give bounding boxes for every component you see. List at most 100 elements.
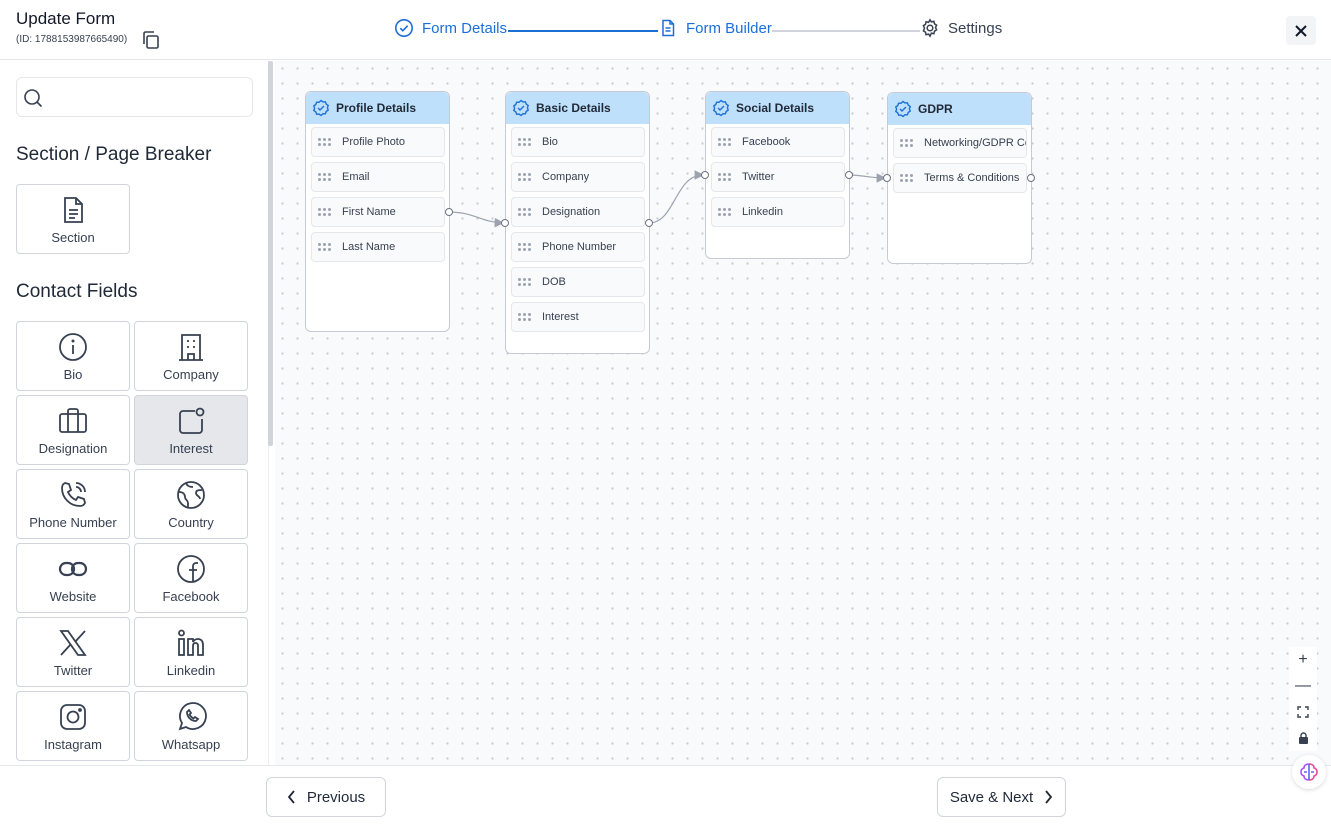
tile-instagram[interactable]: Instagram: [16, 691, 130, 761]
node-field[interactable]: Terms & Conditions: [893, 163, 1027, 193]
close-button[interactable]: [1286, 16, 1316, 45]
step-connector: [508, 30, 658, 32]
drag-handle-icon[interactable]: [718, 138, 732, 146]
field-label: DOB: [542, 276, 566, 288]
tile-facebook[interactable]: Facebook: [134, 543, 248, 613]
drag-handle-icon[interactable]: [718, 208, 732, 216]
drag-handle-icon[interactable]: [518, 173, 532, 181]
building-icon: [179, 333, 203, 361]
node-field[interactable]: Company: [511, 162, 645, 192]
node-title: Basic Details: [536, 101, 611, 115]
tile-interest[interactable]: Interest: [134, 395, 248, 465]
field-label: Phone Number: [542, 241, 616, 253]
ai-assistant-button[interactable]: [1292, 755, 1326, 789]
tile-bio[interactable]: Bio: [16, 321, 130, 391]
node-field[interactable]: Facebook: [711, 127, 845, 157]
drag-handle-icon[interactable]: [900, 139, 914, 147]
tile-whatsapp[interactable]: Whatsapp: [134, 691, 248, 761]
node-field[interactable]: Networking/GDPR Consent: [893, 128, 1027, 158]
node-field[interactable]: DOB: [511, 267, 645, 297]
zoom-out-button[interactable]: —: [1289, 673, 1317, 699]
drag-handle-icon[interactable]: [318, 243, 332, 251]
tile-label: Whatsapp: [161, 736, 221, 752]
node-field[interactable]: Linkedin: [711, 197, 845, 227]
lock-button[interactable]: [1289, 725, 1317, 751]
drag-handle-icon[interactable]: [518, 313, 532, 321]
tile-label: Phone Number: [29, 514, 117, 530]
node-field[interactable]: Phone Number: [511, 232, 645, 262]
target-handle[interactable]: [883, 174, 891, 182]
step-form-builder[interactable]: Form Builder: [658, 18, 772, 38]
search-box[interactable]: [16, 77, 253, 117]
drag-handle-icon[interactable]: [718, 173, 732, 181]
briefcase-icon: [59, 407, 87, 433]
zoom-in-button[interactable]: +: [1289, 647, 1317, 673]
drag-handle-icon[interactable]: [518, 278, 532, 286]
node-header[interactable]: Basic Details: [506, 92, 649, 124]
tile-section[interactable]: Section: [16, 184, 130, 254]
chevron-left-icon: [287, 790, 295, 804]
step-form-details[interactable]: Form Details: [394, 18, 507, 38]
node-social-details[interactable]: Social Details Facebook Twitter Linkedin: [701, 91, 853, 259]
node-header[interactable]: GDPR: [888, 93, 1031, 125]
node-field[interactable]: First Name: [311, 197, 445, 227]
tile-twitter[interactable]: Twitter: [16, 617, 130, 687]
drag-handle-icon[interactable]: [318, 138, 332, 146]
save-next-button[interactable]: Save & Next: [937, 777, 1066, 817]
sidebar-scrollbar[interactable]: [268, 61, 273, 446]
header: Update Form (ID: 1788153987665490) Form …: [0, 0, 1331, 60]
node-field[interactable]: Email: [311, 162, 445, 192]
zoom-controls: + —: [1289, 647, 1317, 751]
phone-icon: [61, 481, 86, 507]
node-header[interactable]: Profile Details: [306, 92, 449, 124]
source-handle[interactable]: [845, 171, 853, 179]
tile-company[interactable]: Company: [134, 321, 248, 391]
source-handle[interactable]: [1027, 174, 1035, 182]
field-label: Profile Photo: [342, 136, 405, 148]
step-label: Form Details: [422, 19, 508, 37]
drag-handle-icon[interactable]: [518, 208, 532, 216]
tile-linkedin[interactable]: Linkedin: [134, 617, 248, 687]
whatsapp-icon: [178, 701, 207, 730]
search-icon: [24, 89, 43, 108]
step-settings[interactable]: Settings: [920, 18, 1002, 38]
interest-icon: [179, 407, 205, 434]
fit-view-button[interactable]: [1289, 699, 1317, 725]
node-title: Profile Details: [336, 101, 417, 115]
tile-phone-number[interactable]: Phone Number: [16, 469, 130, 539]
builder-canvas[interactable]: Profile Details Profile Photo Email Firs…: [275, 61, 1331, 765]
drag-handle-icon[interactable]: [318, 208, 332, 216]
step-connector: [772, 30, 920, 32]
tile-country[interactable]: Country: [134, 469, 248, 539]
node-field[interactable]: Twitter: [711, 162, 845, 192]
previous-label: Previous: [306, 788, 366, 806]
search-input[interactable]: [49, 86, 244, 108]
tile-label: Country: [168, 514, 214, 530]
target-handle[interactable]: [501, 219, 509, 227]
node-header[interactable]: Social Details: [706, 92, 849, 124]
node-field[interactable]: Last Name: [311, 232, 445, 262]
target-handle[interactable]: [701, 171, 709, 179]
drag-handle-icon[interactable]: [518, 243, 532, 251]
node-field[interactable]: Designation: [511, 197, 645, 227]
tile-website[interactable]: Website: [16, 543, 130, 613]
tile-designation[interactable]: Designation: [16, 395, 130, 465]
node-profile-details[interactable]: Profile Details Profile Photo Email Firs…: [305, 91, 453, 332]
edge: [847, 173, 887, 183]
previous-button[interactable]: Previous: [266, 777, 386, 817]
edge: [447, 211, 505, 228]
drag-handle-icon[interactable]: [318, 173, 332, 181]
section-heading: Section / Page Breaker: [16, 144, 212, 165]
node-field[interactable]: Profile Photo: [311, 127, 445, 157]
source-handle[interactable]: [445, 208, 453, 216]
save-next-label: Save & Next: [949, 788, 1034, 806]
node-field[interactable]: Bio: [511, 127, 645, 157]
source-handle[interactable]: [645, 219, 653, 227]
verified-badge-icon: [312, 99, 330, 117]
node-basic-details[interactable]: Basic Details Bio Company Designation Ph…: [501, 91, 653, 354]
drag-handle-icon[interactable]: [518, 138, 532, 146]
copy-icon[interactable]: [140, 29, 162, 51]
drag-handle-icon[interactable]: [900, 174, 914, 182]
node-gdpr[interactable]: GDPR Networking/GDPR Consent Terms & Con…: [883, 92, 1035, 264]
node-field[interactable]: Interest: [511, 302, 645, 332]
